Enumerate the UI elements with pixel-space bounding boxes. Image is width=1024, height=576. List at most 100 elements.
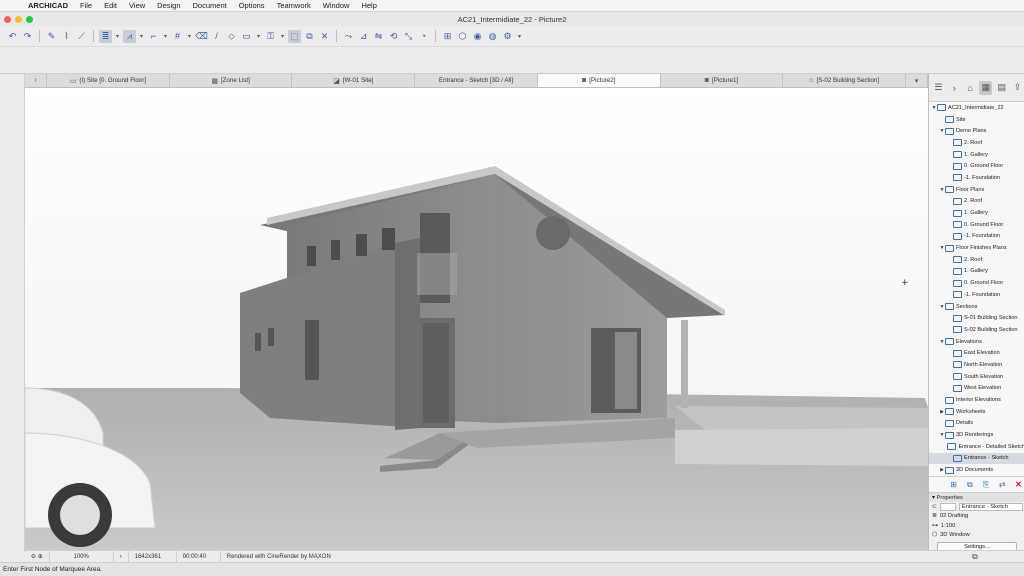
drag-icon[interactable]: ⤡ [402, 30, 415, 43]
settings-icon[interactable]: ⚙ [501, 30, 514, 43]
rectangle-icon[interactable]: ▭ [240, 30, 253, 43]
tree-item[interactable]: Details [929, 418, 1024, 430]
menu-window[interactable]: Window [317, 1, 356, 10]
zoom-controls[interactable]: ⊖ ⊕ [25, 551, 50, 562]
publisher-icon[interactable]: ⇪ [1011, 81, 1024, 95]
chevron-down-icon[interactable]: ▾ [516, 30, 523, 43]
eyedropper-icon[interactable]: ⌇ [60, 30, 73, 43]
render-icon[interactable]: ◉ [471, 30, 484, 43]
tree-item[interactable]: ▼ Demo Plans [929, 125, 1024, 137]
chevron-down-icon[interactable]: ▾ [255, 30, 262, 43]
tree-item[interactable]: 2. Roof [929, 254, 1024, 266]
tree-item[interactable]: ▶ Worksheets [929, 406, 1024, 418]
tab-scroll-left[interactable]: ‹ [25, 74, 47, 87]
pencil-icon[interactable]: ✎ [45, 30, 58, 43]
measure-icon[interactable]: ⊿ [357, 30, 370, 43]
view-3d-icon[interactable]: ⬡ [456, 30, 469, 43]
tree-item[interactable]: -1. Foundation [929, 172, 1024, 184]
menu-help[interactable]: Help [355, 1, 382, 10]
tree-item[interactable]: -1. Foundation [929, 289, 1024, 301]
chevron-down-icon[interactable]: ▾ [162, 30, 169, 43]
menu-design[interactable]: Design [151, 1, 186, 10]
tab-picture1[interactable]: ◙ [Picture1] [661, 74, 784, 87]
tree-item[interactable]: 1. Gallery [929, 207, 1024, 219]
tree-item[interactable]: 1. Gallery [929, 266, 1024, 278]
tree-item[interactable]: North Elevation [929, 359, 1024, 371]
undo-icon[interactable]: ↶ [6, 30, 19, 43]
rotate-icon[interactable]: ⟲ [387, 30, 400, 43]
tree-item[interactable]: ▼ Floor Plans [929, 184, 1024, 196]
tab-view-menu[interactable]: ▾ [906, 74, 929, 87]
tree-item[interactable]: Entrance - Sketch [929, 452, 1024, 465]
tree-item[interactable]: 0. Ground Floor [929, 277, 1024, 289]
tree-item[interactable]: ▼ AC21_Intermidiate_22 [929, 102, 1024, 114]
tree-item[interactable]: Entrance - Detailed Sketch [929, 441, 1024, 453]
tab-entrance-sketch-3d[interactable]: Entrance - Sketch [3D / All] [415, 74, 538, 87]
tree-item[interactable]: 0. Ground Floor [929, 160, 1024, 172]
menu-document[interactable]: Document [187, 1, 233, 10]
id-field[interactable] [939, 502, 956, 511]
layer-icon[interactable]: ≣ [99, 29, 112, 43]
tab-w01-site[interactable]: ◪ [W-01 Site] [292, 74, 416, 87]
snap-icon[interactable]: ⌐ [147, 30, 160, 43]
tree-item[interactable]: ▼ Floor Finishes Plans [929, 242, 1024, 254]
menu-options[interactable]: Options [233, 1, 271, 10]
tab-site-ground-floor[interactable]: ▭ (I) Site [0. Ground Floor] [47, 74, 170, 87]
tree-item[interactable]: S-01 Building Section [929, 312, 1024, 324]
layer-combination[interactable]: ≣ 02 Drafting [929, 512, 1024, 522]
tree-item[interactable]: West Elevation [929, 383, 1024, 395]
tab-picture2[interactable]: ◙ [Picture2] [537, 74, 661, 87]
syringe-icon[interactable]: ⟋ [75, 30, 88, 43]
tree-item[interactable]: ▼ Elevations [929, 336, 1024, 348]
new-folder-icon[interactable]: ⊞ [947, 478, 960, 492]
tree-item[interactable]: South Elevation [929, 371, 1024, 383]
menu-teamwork[interactable]: Teamwork [271, 1, 317, 10]
chevron-down-icon[interactable]: ▾ [114, 30, 121, 43]
grid-icon[interactable]: # [171, 30, 184, 43]
pen-set-icon[interactable]: ⩘ [123, 29, 136, 43]
lock-icon[interactable]: ⚿ [264, 30, 277, 43]
menu-file[interactable]: File [74, 1, 98, 10]
menu-edit[interactable]: Edit [98, 1, 123, 10]
tree-item[interactable]: -1. Foundation [929, 231, 1024, 243]
eraser-icon[interactable]: ⌫ [195, 30, 208, 43]
chevron-down-icon[interactable]: ▾ [279, 30, 286, 43]
tree-item[interactable]: 2. Roof [929, 196, 1024, 208]
tree-item[interactable]: S-02 Building Section [929, 324, 1024, 336]
orbit-icon[interactable]: ◔ [417, 30, 430, 43]
tree-item[interactable]: ▶ 3D Documents [929, 464, 1024, 476]
redo-icon[interactable]: ↷ [21, 30, 34, 43]
menu-app-name[interactable]: ARCHICAD [22, 1, 74, 10]
tree-item[interactable]: ▼ Sections [929, 301, 1024, 313]
chevron-down-icon[interactable]: ▾ [138, 30, 145, 43]
chevron-right-icon[interactable]: › [114, 551, 129, 562]
tree-item[interactable]: 1. Gallery [929, 149, 1024, 161]
zoom-out-icon[interactable]: ⊖ [31, 553, 36, 560]
tab-zone-list[interactable]: ▦ [Zone List] [170, 74, 293, 87]
window-setting[interactable]: ⬡ 3D Window [929, 531, 1024, 541]
view-name-field[interactable]: Entrance - Sketch [958, 502, 1023, 511]
tree-item[interactable]: ▼ 3D Renderings [929, 429, 1024, 441]
view-map-icon[interactable]: ▦ [979, 80, 993, 95]
project-map-icon[interactable]: ⌂ [964, 81, 977, 95]
scale-setting[interactable]: ⊶ 1:100 [929, 521, 1024, 531]
chevron-right-icon[interactable]: › [948, 81, 961, 95]
tree-item[interactable]: 0. Ground Floor [929, 219, 1024, 231]
group-icon[interactable]: ⧉ [303, 30, 316, 43]
fill-icon[interactable]: ⬦ [225, 30, 238, 43]
render-viewport[interactable]: + [25, 88, 928, 550]
zoom-in-icon[interactable]: ⊕ [38, 553, 43, 560]
tree-item[interactable]: Interior Elevations [929, 394, 1024, 406]
trace-icon[interactable]: ⤳ [342, 30, 355, 43]
delete-icon[interactable]: ✕ [1012, 478, 1024, 492]
tab-s02-building-section[interactable]: ⌂ [S-02 Building Section] [783, 74, 907, 87]
layout-book-icon[interactable]: ▤ [995, 81, 1008, 95]
tree-item[interactable]: Site [929, 114, 1024, 126]
mirror-icon[interactable]: ⇋ [372, 30, 385, 43]
zoom-value[interactable]: 100% [50, 551, 114, 562]
navigator-menu-icon[interactable]: ☰ [932, 81, 945, 95]
properties-header[interactable]: ▾ Properties [929, 493, 1024, 502]
window-stack-icon[interactable]: ⧉ [972, 552, 978, 562]
save-view-icon[interactable]: ⧉ [963, 478, 976, 492]
line-icon[interactable]: / [210, 30, 223, 43]
